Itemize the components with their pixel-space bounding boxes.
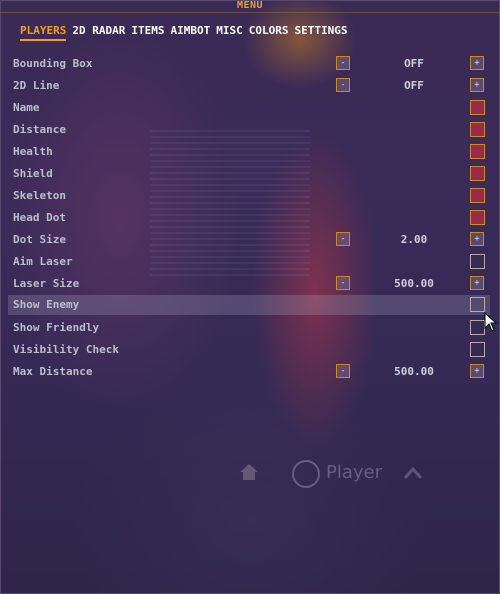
setting-label: Shield <box>13 167 53 180</box>
setting-row-max-distance: Max Distance - 500.00 + <box>8 362 490 382</box>
aim-laser-checkbox[interactable] <box>470 254 485 269</box>
decrement-button[interactable]: - <box>336 56 350 70</box>
setting-label: Bounding Box <box>13 57 93 70</box>
setting-label: Head Dot <box>13 211 66 224</box>
setting-row-laser-size: Laser Size - 500.00 + <box>8 274 490 294</box>
setting-label: 2D Line <box>13 79 60 92</box>
decrement-button[interactable]: - <box>336 232 350 246</box>
setting-row-show-enemy[interactable]: Show Enemy <box>8 295 490 315</box>
setting-value: 2.00 <box>400 233 428 246</box>
setting-row-skeleton: Skeleton <box>8 186 490 206</box>
decrement-button[interactable]: - <box>336 78 350 92</box>
setting-row-name: Name <box>8 98 490 118</box>
setting-row-aim-laser: Aim Laser <box>8 252 490 272</box>
setting-row-head-dot: Head Dot <box>8 208 490 228</box>
head-dot-checkbox[interactable] <box>470 210 485 225</box>
tab-aimbot[interactable]: AIMBOT <box>170 24 210 41</box>
setting-label: Aim Laser <box>13 255 73 268</box>
setting-row-2d-line: 2D Line - OFF + <box>8 76 490 96</box>
setting-label: Max Distance <box>13 365 93 378</box>
setting-value: 500.00 <box>394 277 434 290</box>
setting-value: 500.00 <box>394 365 434 378</box>
setting-row-shield: Shield <box>8 164 490 184</box>
setting-label: Laser Size <box>13 277 80 290</box>
visibility-check-checkbox[interactable] <box>470 342 485 357</box>
health-checkbox[interactable] <box>470 144 485 159</box>
setting-row-bounding-box: Bounding Box - OFF + <box>8 54 490 74</box>
shield-checkbox[interactable] <box>470 166 485 181</box>
tab-items[interactable]: ITEMS <box>131 24 164 41</box>
show-friendly-checkbox[interactable] <box>470 320 485 335</box>
tab-players[interactable]: PLAYERS <box>20 24 67 41</box>
setting-label: Show Friendly <box>13 321 100 334</box>
setting-label: Name <box>13 101 40 114</box>
setting-row-health: Health <box>8 142 490 162</box>
increment-button[interactable]: + <box>470 364 484 378</box>
setting-label: Visibility Check <box>13 343 119 356</box>
tab-settings[interactable]: SETTINGS <box>294 24 347 41</box>
tab-colors[interactable]: COLORS <box>249 24 289 41</box>
menu-title: MENU <box>236 0 264 11</box>
increment-button[interactable]: + <box>470 276 484 290</box>
skeleton-checkbox[interactable] <box>470 188 485 203</box>
tab-bar: PLAYERS 2D RADAR ITEMS AIMBOT MISC COLOR… <box>20 24 347 41</box>
setting-row-visibility-check: Visibility Check <box>8 340 490 360</box>
increment-button[interactable]: + <box>470 232 484 246</box>
setting-label: Dot Size <box>13 233 66 246</box>
setting-label: Health <box>13 145 53 158</box>
decrement-button[interactable]: - <box>336 276 350 290</box>
decrement-button[interactable]: - <box>336 364 350 378</box>
setting-row-distance: Distance <box>8 120 490 140</box>
increment-button[interactable]: + <box>470 56 484 70</box>
increment-button[interactable]: + <box>470 78 484 92</box>
tab-2d-radar[interactable]: 2D RADAR <box>72 24 125 41</box>
setting-label: Distance <box>13 123 66 136</box>
distance-checkbox[interactable] <box>470 122 485 137</box>
setting-label: Show Enemy <box>13 298 80 311</box>
title-divider <box>0 12 500 13</box>
setting-row-dot-size: Dot Size - 2.00 + <box>8 230 490 250</box>
tab-misc[interactable]: MISC <box>216 24 243 41</box>
setting-label: Skeleton <box>13 189 66 202</box>
name-checkbox[interactable] <box>470 100 485 115</box>
setting-value: OFF <box>404 79 424 92</box>
setting-row-show-friendly: Show Friendly <box>8 318 490 338</box>
setting-value: OFF <box>404 57 424 70</box>
show-enemy-checkbox[interactable] <box>470 297 485 312</box>
mouse-cursor-icon <box>484 312 498 332</box>
